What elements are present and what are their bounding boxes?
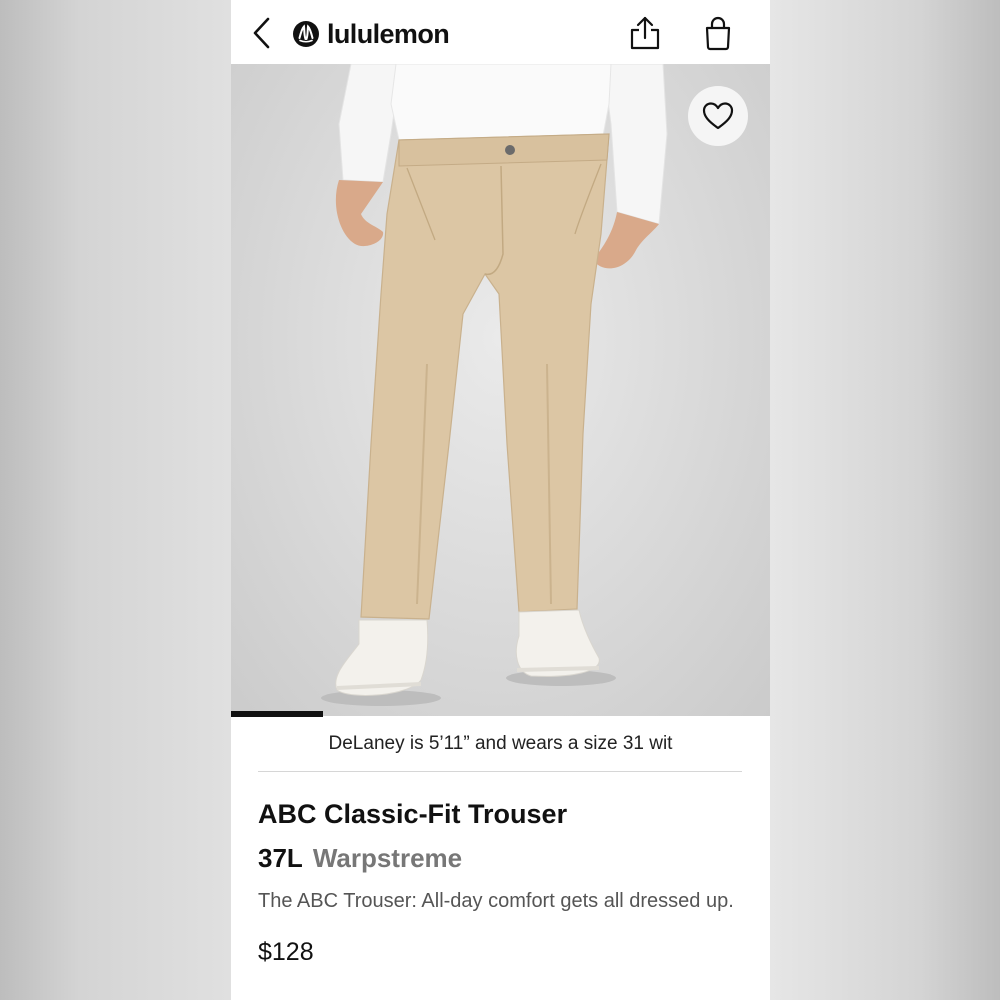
shopping-bag-button[interactable]	[703, 15, 733, 51]
product-price: $128	[258, 938, 314, 966]
share-icon	[630, 16, 660, 50]
chevron-left-icon	[253, 17, 270, 49]
back-button[interactable]	[247, 16, 277, 50]
app-header: lululemon	[231, 0, 770, 64]
image-progress-bar	[231, 711, 770, 717]
lululemon-logo-icon	[293, 21, 319, 47]
product-title: ABC Classic-Fit Trouser	[258, 799, 568, 829]
heart-icon	[702, 102, 734, 130]
product-description: The ABC Trouser: All-day comfort gets al…	[258, 890, 734, 912]
share-button[interactable]	[629, 15, 661, 51]
image-progress-fill	[231, 711, 323, 717]
wishlist-button[interactable]	[688, 86, 748, 146]
size-fabric-row: 37L Warpstreme	[258, 843, 462, 874]
phone-screen: lululemon DeLaney is 5’11” and wears a s…	[231, 0, 770, 1000]
product-photo	[321, 64, 668, 706]
brand-name: lululemon	[327, 18, 450, 49]
size-label[interactable]: 37L	[258, 843, 303, 873]
shopping-bag-icon	[705, 16, 731, 51]
model-size-caption: DeLaney is 5’11” and wears a size 31 wit	[328, 733, 673, 754]
brand-logo[interactable]: lululemon	[293, 17, 450, 51]
product-image-carousel[interactable]	[231, 64, 770, 716]
fabric-label: Warpstreme	[312, 843, 463, 873]
divider	[258, 771, 742, 772]
